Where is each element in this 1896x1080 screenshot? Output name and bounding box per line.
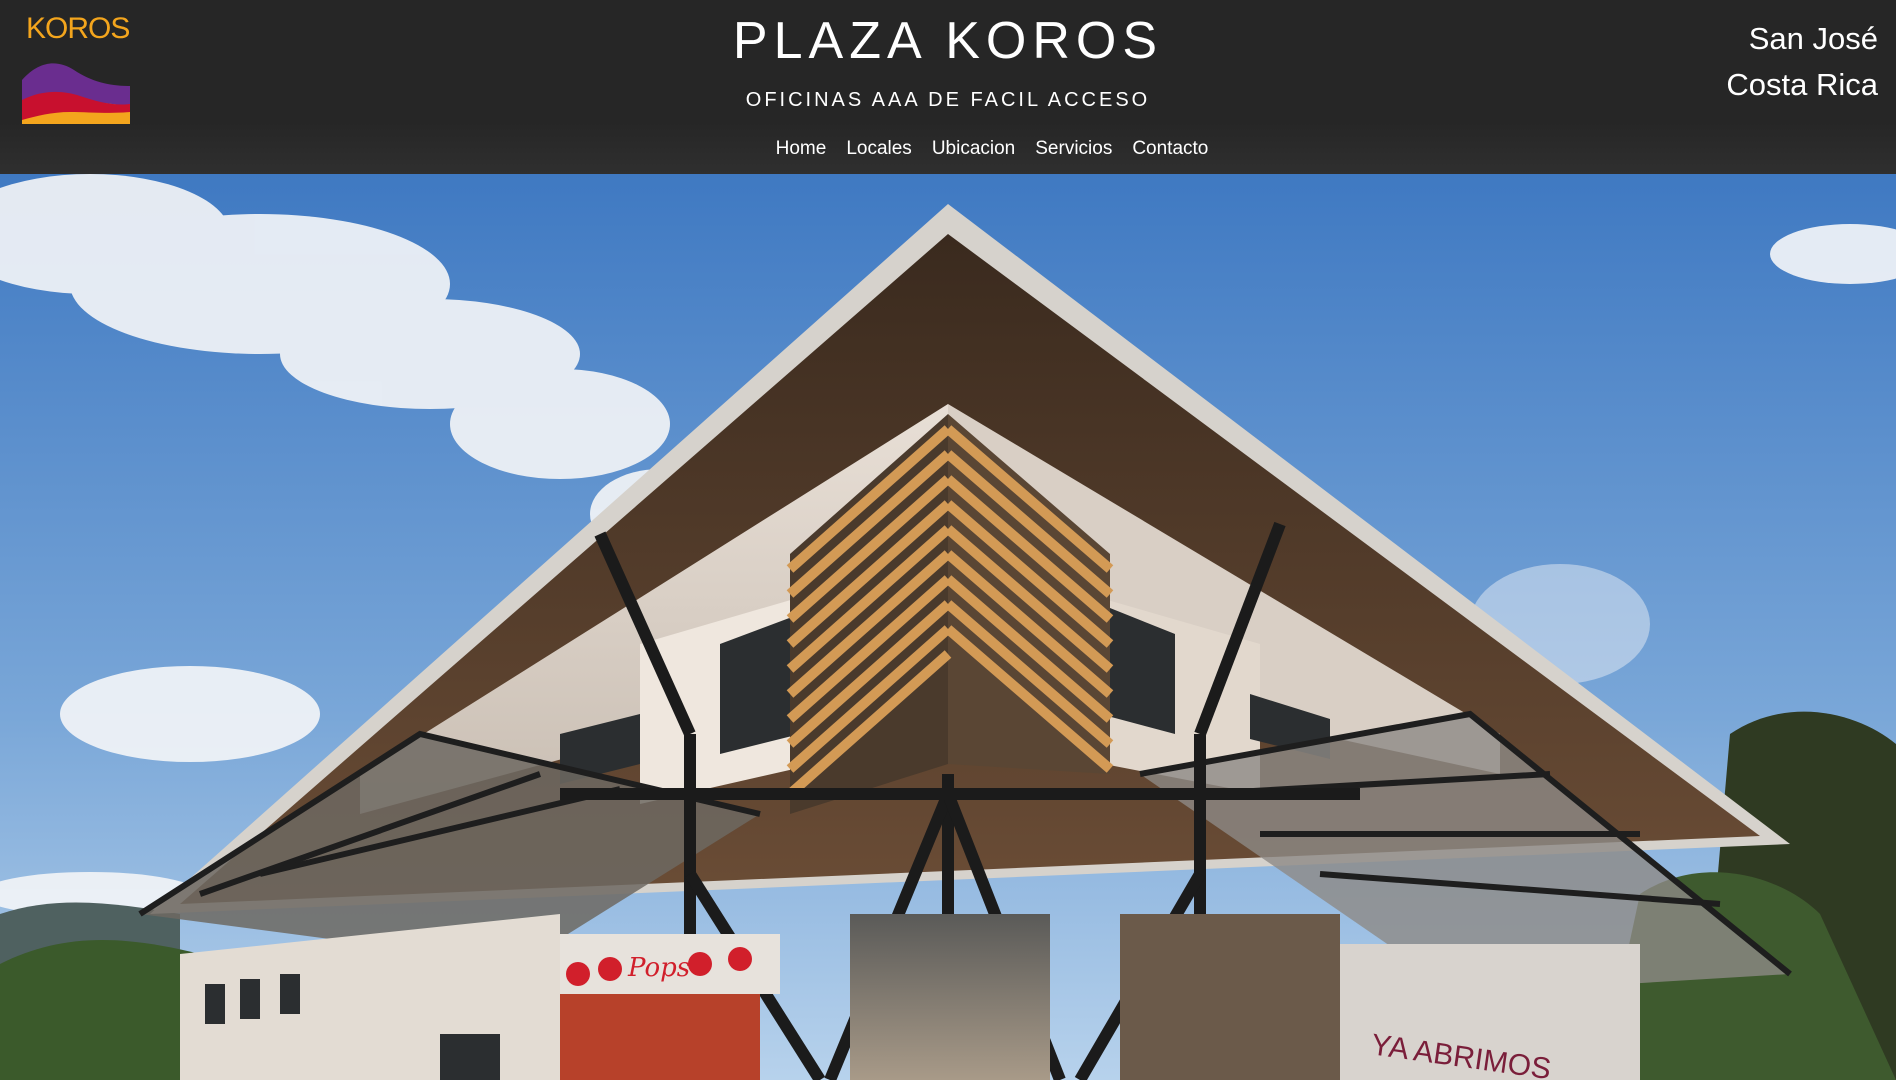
page-title: PLAZA KOROS [732, 12, 1164, 70]
hero-image: Pops YA ABRIMOS [0, 174, 1896, 1080]
location-country: Costa Rica [1726, 67, 1878, 102]
site-header: KOROS PLAZA KOROS OFICINAS AAA DE FACIL … [0, 0, 1896, 174]
nav-home[interactable]: Home [776, 134, 827, 164]
page-subtitle: OFICINAS AAA DE FACIL ACCESO [745, 89, 1151, 111]
brand-block: PLAZA KOROS OFICINAS AAA DE FACIL ACCESO [648, 10, 1248, 114]
building-photo: Pops YA ABRIMOS [0, 174, 1896, 1080]
koros-logo-icon [22, 63, 130, 124]
main-nav: Home Locales Ubicacion Servicios Contact… [0, 134, 1896, 164]
nav-locales[interactable]: Locales [846, 134, 912, 164]
nav-contacto[interactable]: Contacto [1132, 134, 1208, 164]
location-block: San José Costa Rica [1726, 16, 1878, 108]
logo-text: KOROS [26, 12, 130, 45]
nav-ubicacion[interactable]: Ubicacion [932, 134, 1015, 164]
shop-sign-text: Pops [627, 953, 690, 983]
nav-servicios[interactable]: Servicios [1035, 134, 1112, 164]
location-city: San José [1748, 21, 1878, 56]
site-logo[interactable]: KOROS [22, 12, 134, 127]
